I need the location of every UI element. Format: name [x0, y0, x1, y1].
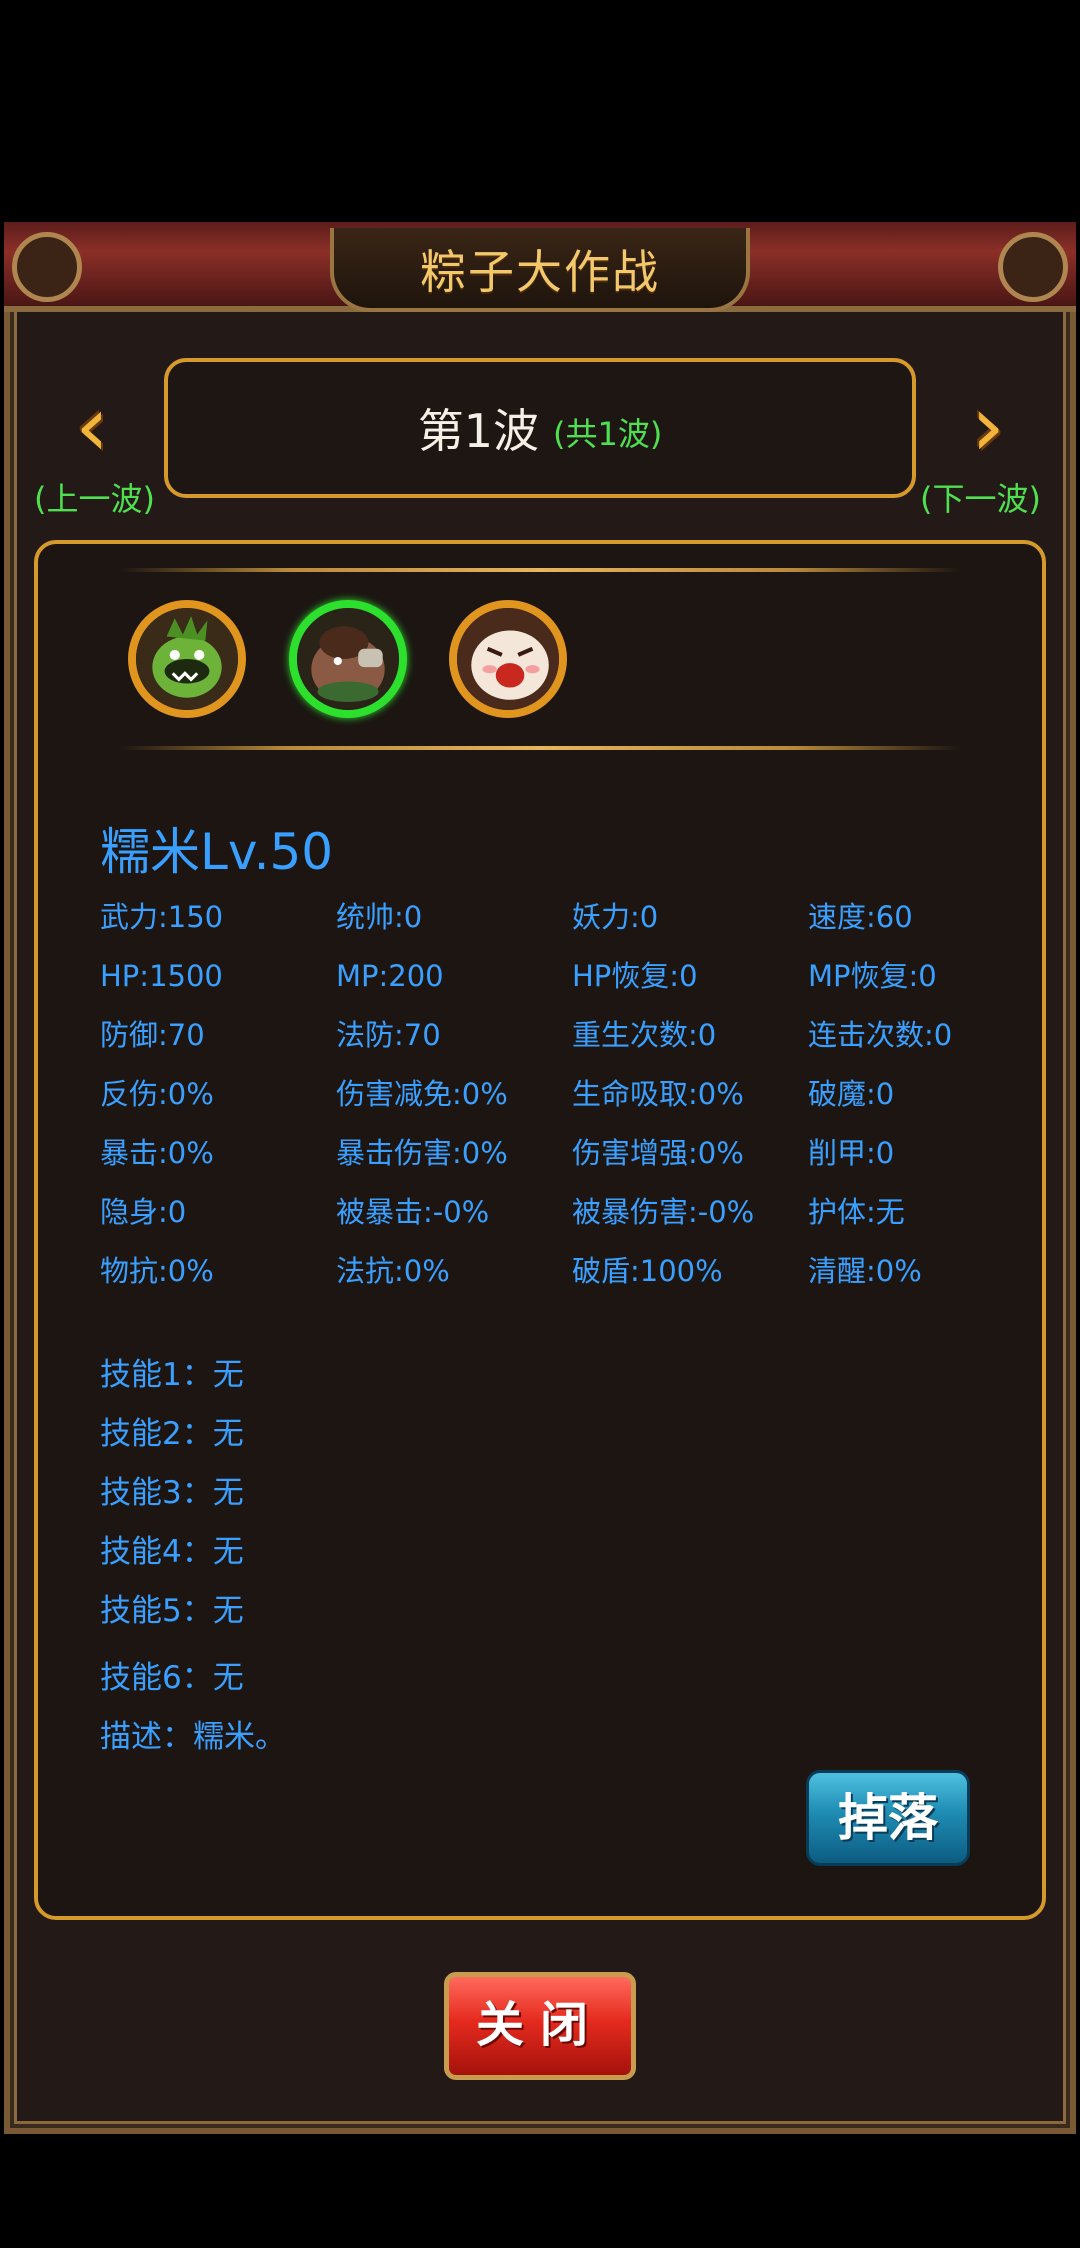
stat-item: 隐身:0 — [100, 1195, 187, 1229]
next-wave-label[interactable]: (下一波) — [920, 474, 1041, 520]
wave-indicator: 第1波 (共1波) — [164, 358, 916, 498]
stat-item: MP恢复:0 — [808, 959, 937, 993]
stat-item: 生命吸取:0% — [572, 1077, 744, 1111]
description: 描述：糯米。 — [100, 1719, 286, 1755]
stat-item: MP:200 — [336, 959, 444, 993]
stat-item: 护体:无 — [808, 1195, 905, 1229]
stat-item: 伤害增强:0% — [572, 1136, 744, 1170]
dialog-title: 粽子大作战 — [420, 245, 660, 299]
chevron-right-icon: › — [971, 377, 1005, 475]
stat-item: HP恢复:0 — [572, 959, 698, 993]
skill-item: 技能2：无 — [100, 1416, 244, 1452]
stat-item: 伤害减免:0% — [336, 1077, 508, 1111]
stat-item: 破魔:0 — [808, 1077, 895, 1111]
stat-item: 清醒:0% — [808, 1254, 922, 1288]
stat-item: 物抗:0% — [100, 1254, 214, 1288]
stat-item: 法防:70 — [336, 1018, 441, 1052]
stat-item: 法抗:0% — [336, 1254, 450, 1288]
skills-list: 技能1：无 技能2：无 技能3：无 技能4：无 技能5：无 技能6：无 描述：糯… — [100, 1346, 286, 1767]
stat-item: 速度:60 — [808, 900, 913, 934]
divider-top — [120, 568, 960, 572]
stat-item: 暴击伤害:0% — [336, 1136, 508, 1170]
stat-item: 重生次数:0 — [572, 1018, 717, 1052]
stat-item: 被暴伤害:-0% — [572, 1195, 755, 1229]
drop-button[interactable]: 掉落 — [806, 1770, 970, 1866]
corner-ornament-right — [998, 232, 1068, 302]
close-button[interactable]: 关闭 — [444, 1972, 636, 2080]
stat-item: 妖力:0 — [572, 900, 659, 934]
stat-item: 破盾:100% — [572, 1254, 723, 1288]
stat-item: HP:1500 — [100, 959, 223, 993]
stats-grid: 武力:150 统帅:0 妖力:0 速度:60 HP:1500 MP:200 HP… — [100, 898, 1000, 1291]
divider-bottom — [120, 746, 960, 750]
current-wave: 第1波 — [417, 404, 539, 458]
skill-item: 技能5：无 — [100, 1593, 244, 1629]
monster-name-level: 糯米Lv.50 — [100, 823, 334, 881]
prev-wave-button[interactable]: ‹ — [50, 380, 134, 472]
stat-item: 暴击:0% — [100, 1136, 214, 1170]
skill-item: 技能1：无 — [100, 1357, 244, 1393]
stat-item: 统帅:0 — [336, 900, 423, 934]
corner-ornament-left — [12, 232, 82, 302]
stat-item: 防御:70 — [100, 1018, 205, 1052]
prev-wave-label[interactable]: (上一波) — [34, 474, 155, 520]
stat-item: 连击次数:0 — [808, 1018, 953, 1052]
monster-portrait-rice-ball-monster[interactable] — [449, 600, 567, 718]
stat-item: 反伤:0% — [100, 1077, 214, 1111]
skill-item: 技能4：无 — [100, 1534, 244, 1570]
total-waves: (共1波) — [552, 415, 663, 453]
stat-item: 削甲:0 — [808, 1136, 895, 1170]
chevron-left-icon: ‹ — [75, 377, 109, 475]
skill-item: 技能3：无 — [100, 1475, 244, 1511]
stat-item: 被暴击:-0% — [336, 1195, 490, 1229]
monster-portrait-green-monster[interactable] — [128, 600, 246, 718]
next-wave-button[interactable]: › — [946, 380, 1030, 472]
skill-item: 技能6：无 — [100, 1660, 244, 1696]
stat-item: 武力:150 — [100, 900, 224, 934]
monster-portrait-brute-monster[interactable] — [289, 600, 407, 718]
